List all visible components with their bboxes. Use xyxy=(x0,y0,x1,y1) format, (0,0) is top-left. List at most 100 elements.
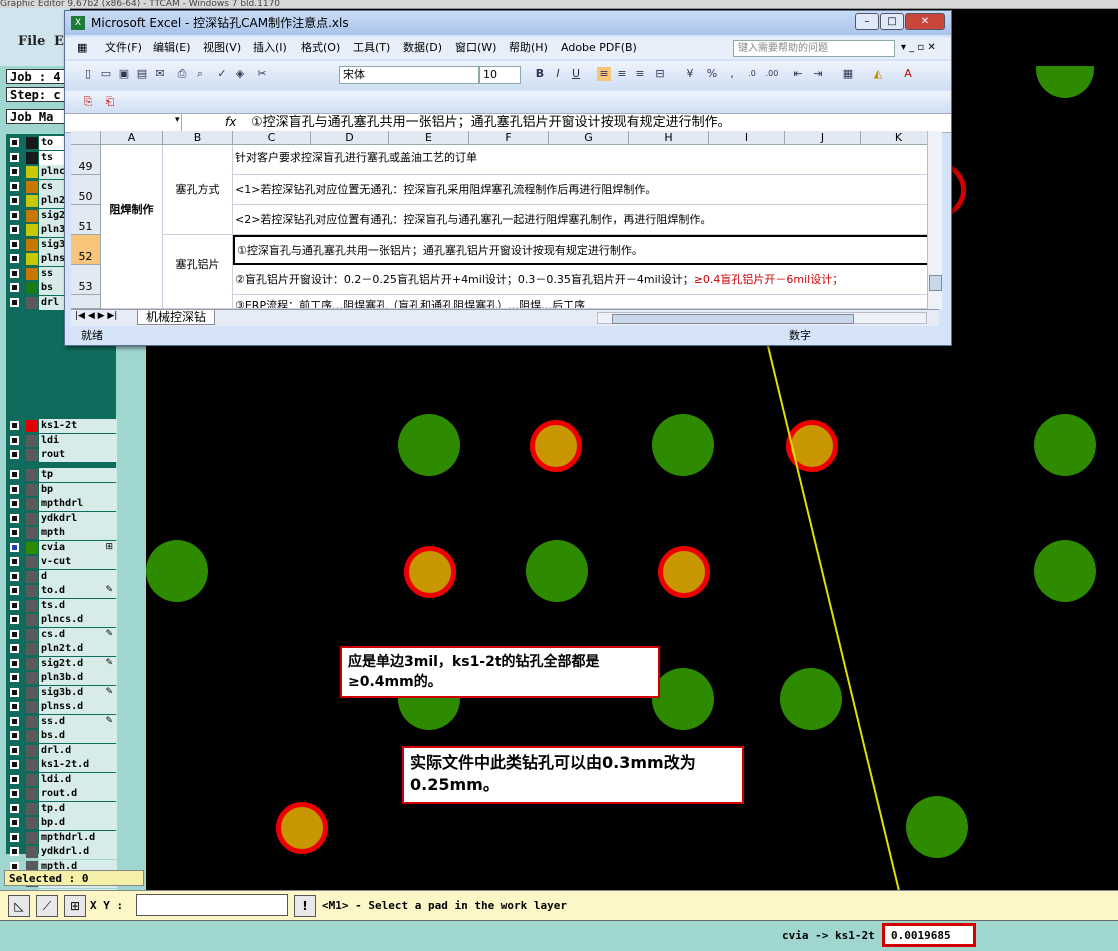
bold-icon[interactable]: B xyxy=(533,67,547,81)
help-dropdown-icon[interactable]: ▾ _ ▫ ✕ xyxy=(901,37,936,59)
col-header[interactable]: B xyxy=(163,131,233,145)
xy-input[interactable] xyxy=(136,894,288,916)
merge-center-icon[interactable]: ⊟ xyxy=(653,67,667,81)
open-icon[interactable]: ▭ xyxy=(99,67,113,81)
menu-help[interactable]: 帮助(H) xyxy=(509,37,548,59)
comma-icon[interactable]: , xyxy=(725,67,739,81)
menu-tools[interactable]: 工具(T) xyxy=(353,37,390,59)
col-header[interactable]: G xyxy=(549,131,629,145)
print-icon[interactable]: ⎙ xyxy=(175,67,189,81)
measure-tool-icon[interactable]: ⟋ xyxy=(36,895,58,917)
status-ready: 就绪 xyxy=(81,329,103,342)
col-header[interactable]: C xyxy=(233,131,311,145)
spelling-icon[interactable]: ✓ xyxy=(215,67,229,81)
vertical-scrollbar[interactable] xyxy=(927,131,942,309)
cell-a-merged[interactable]: 阻焊制作 xyxy=(101,145,163,309)
excel-statusbar: 就绪 数字 xyxy=(65,327,951,345)
select-tool-icon[interactable]: ◺ xyxy=(8,895,30,917)
preview-icon[interactable]: ⌕ xyxy=(193,67,207,81)
menu-insert[interactable]: 插入(I) xyxy=(253,37,287,59)
alert-icon[interactable]: ! xyxy=(294,895,316,917)
pdf-convert-icon[interactable]: ⎘ xyxy=(81,95,95,109)
permission-icon[interactable]: ▤ xyxy=(135,67,149,81)
col-header[interactable]: H xyxy=(629,131,709,145)
cell-c50[interactable]: <1>若控深钻孔对应位置无通孔：控深盲孔采用阻焊塞孔流程制作后再进行阻焊制作。 xyxy=(233,175,933,205)
font-name-select[interactable]: 宋体 xyxy=(339,66,479,84)
align-right-icon[interactable]: ≡ xyxy=(633,67,647,81)
name-box[interactable] xyxy=(69,114,182,131)
tab-nav-icon[interactable]: |◀ ◀ ▶ ▶| xyxy=(75,311,117,321)
menu-format[interactable]: 格式(O) xyxy=(301,37,340,59)
col-header[interactable]: F xyxy=(469,131,549,145)
cell-c49[interactable]: 针对客户要求控深盲孔进行塞孔或盖油工艺的订单 xyxy=(233,145,933,175)
cell-b-plug-method[interactable]: 塞孔方式 xyxy=(163,145,233,235)
excel-titlebar: X Microsoft Excel - 控深钻孔CAM制作注意点.xls – □… xyxy=(65,11,951,35)
minimize-icon[interactable]: – xyxy=(855,13,879,30)
email-icon[interactable]: ✉ xyxy=(153,67,167,81)
close-icon[interactable]: ✕ xyxy=(905,13,945,30)
col-header[interactable]: J xyxy=(785,131,861,145)
save-icon[interactable]: ▣ xyxy=(117,67,131,81)
decrease-decimal-icon[interactable]: .00 xyxy=(765,67,779,81)
hscroll-thumb[interactable] xyxy=(612,314,854,324)
help-search-input[interactable]: 键入需要帮助的问题 xyxy=(733,40,895,57)
scroll-thumb[interactable] xyxy=(929,275,942,291)
col-header[interactable]: I xyxy=(709,131,785,145)
increase-indent-icon[interactable]: ⇥ xyxy=(811,67,825,81)
maximize-icon[interactable]: □ xyxy=(880,13,904,30)
borders-icon[interactable]: ▦ xyxy=(841,67,855,81)
row-header[interactable]: 51 xyxy=(71,205,101,235)
align-left-icon[interactable]: ≡ xyxy=(597,67,611,81)
row-header[interactable] xyxy=(71,295,101,309)
font-color-icon[interactable]: A xyxy=(901,67,915,81)
menu-file[interactable]: 文件(F) xyxy=(105,37,142,59)
menu-view[interactable]: 视图(V) xyxy=(203,37,241,59)
cell-c52-active[interactable]: ①控深盲孔与通孔塞孔共用一张铝片；通孔塞孔铝片开窗设计按现有规定进行制作。 xyxy=(233,235,933,265)
currency-icon[interactable]: ¥ xyxy=(683,67,697,81)
select-all-corner[interactable] xyxy=(71,131,101,145)
menu-data[interactable]: 数据(D) xyxy=(403,37,442,59)
research-icon[interactable]: ◈ xyxy=(233,67,247,81)
cut-icon[interactable]: ✂ xyxy=(255,67,269,81)
fill-color-icon[interactable]: ◭ xyxy=(871,67,885,81)
measure-label: cvia -> ks1-2t : xyxy=(782,929,888,942)
decrease-indent-icon[interactable]: ⇤ xyxy=(791,67,805,81)
menu-adobe-pdf[interactable]: Adobe PDF(B) xyxy=(561,37,637,59)
align-center-icon[interactable]: ≡ xyxy=(615,67,629,81)
menu-window[interactable]: 窗口(W) xyxy=(455,37,496,59)
col-header[interactable]: A xyxy=(101,131,163,145)
percent-icon[interactable]: % xyxy=(705,67,719,81)
name-box-dropdown-icon[interactable]: ▾ xyxy=(175,115,180,125)
row-header-active[interactable]: 52 xyxy=(71,235,101,265)
formula-bar: ▾ fx ①控深盲孔与通孔塞孔共用一张铝片；通孔塞孔铝片开窗设计按现有规定进行制… xyxy=(65,113,951,133)
col-header[interactable]: D xyxy=(311,131,389,145)
underline-icon[interactable]: U xyxy=(569,67,583,81)
measure-value-box: 0.0019685 xyxy=(882,923,976,947)
col-header[interactable]: K xyxy=(861,131,937,145)
menu-edit[interactable]: 编辑(E) xyxy=(153,37,191,59)
new-icon[interactable]: ▯ xyxy=(81,67,95,81)
font-size-select[interactable]: 10 xyxy=(479,66,521,84)
spreadsheet-grid[interactable]: A B C D E F G H I J K 49 50 51 52 53 阻焊制… xyxy=(71,131,939,309)
doc-icon: ▦ xyxy=(77,41,88,54)
status-num: 数字 xyxy=(789,329,811,342)
cell-c54[interactable]: ③ERP流程：前工序…阻焊塞孔（盲孔和通孔阻焊塞孔）…阻焊…后工序 xyxy=(233,295,933,309)
snap-tool-icon[interactable]: ⊞ xyxy=(64,895,86,917)
italic-icon[interactable]: I xyxy=(551,67,565,81)
col-header[interactable]: E xyxy=(389,131,469,145)
horizontal-scrollbar[interactable] xyxy=(597,312,927,324)
measure-value: 0.0019685 xyxy=(891,929,951,942)
cell-b-plug-sheet[interactable]: 塞孔铝片 xyxy=(163,235,233,309)
row-header[interactable]: 49 xyxy=(71,145,101,175)
row-header[interactable]: 53 xyxy=(71,265,101,295)
xy-label: X Y : xyxy=(90,899,124,912)
increase-decimal-icon[interactable]: .0 xyxy=(745,67,759,81)
pdf-email-icon[interactable]: ⎗ xyxy=(103,95,117,109)
formula-input[interactable]: ①控深盲孔与通孔塞孔共用一张铝片；通孔塞孔铝片开窗设计按现有规定进行制作。 xyxy=(251,114,731,132)
annotation-callout-2: 实际文件中此类钻孔可以由0.3mm改为0.25mm。 xyxy=(402,746,744,804)
row-header[interactable]: 50 xyxy=(71,175,101,205)
sheet-tab[interactable]: 机械控深钻 xyxy=(137,310,215,325)
cell-c51[interactable]: <2>若控深钻孔对应位置有通孔：控深盲孔与通孔塞孔一起进行阻焊塞孔制作，再进行阻… xyxy=(233,205,933,235)
excel-window: X Microsoft Excel - 控深钻孔CAM制作注意点.xls – □… xyxy=(64,10,952,346)
cell-c53[interactable]: ②盲孔铝片开窗设计：0.2－0.25盲孔铝片开+4mil设计；0.3－0.35盲… xyxy=(233,265,933,295)
